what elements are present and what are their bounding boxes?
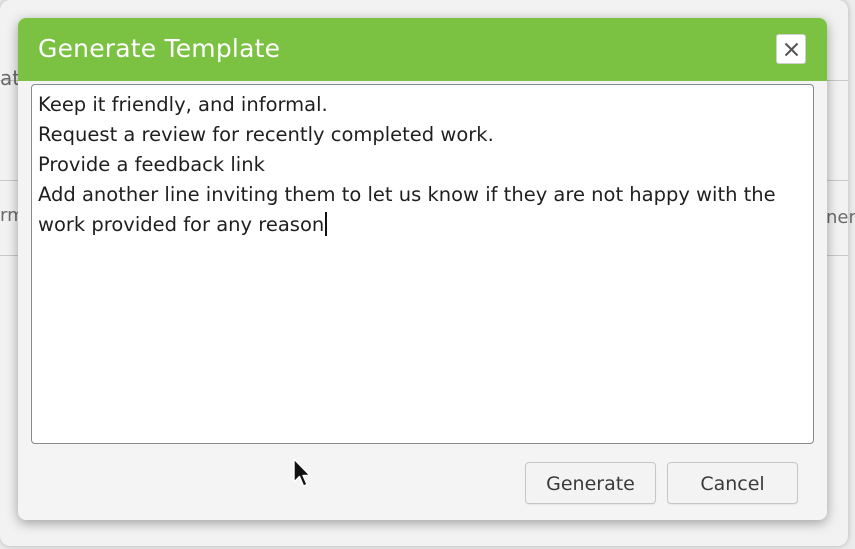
template-prompt-textarea[interactable]: Keep it friendly, and informal. Request … bbox=[31, 84, 814, 444]
cancel-button[interactable]: Cancel bbox=[667, 462, 798, 504]
prompt-line: work provided for any reason bbox=[38, 213, 325, 236]
dialog-header: Generate Template bbox=[18, 18, 827, 81]
text-caret bbox=[325, 212, 327, 236]
prompt-line: Provide a feedback link bbox=[38, 153, 265, 176]
close-icon bbox=[784, 42, 799, 57]
mouse-pointer-icon bbox=[293, 458, 311, 487]
prompt-line: Add another line inviting them to let us… bbox=[38, 183, 776, 206]
generate-template-dialog: Generate Template Keep it friendly, and … bbox=[18, 18, 827, 520]
dialog-title: Generate Template bbox=[38, 34, 281, 63]
prompt-line: Request a review for recently completed … bbox=[38, 123, 494, 146]
background-text-fragment: ner bbox=[826, 207, 855, 228]
prompt-line: Keep it friendly, and informal. bbox=[38, 93, 328, 116]
generate-button[interactable]: Generate bbox=[525, 462, 656, 504]
close-button[interactable] bbox=[776, 34, 806, 64]
